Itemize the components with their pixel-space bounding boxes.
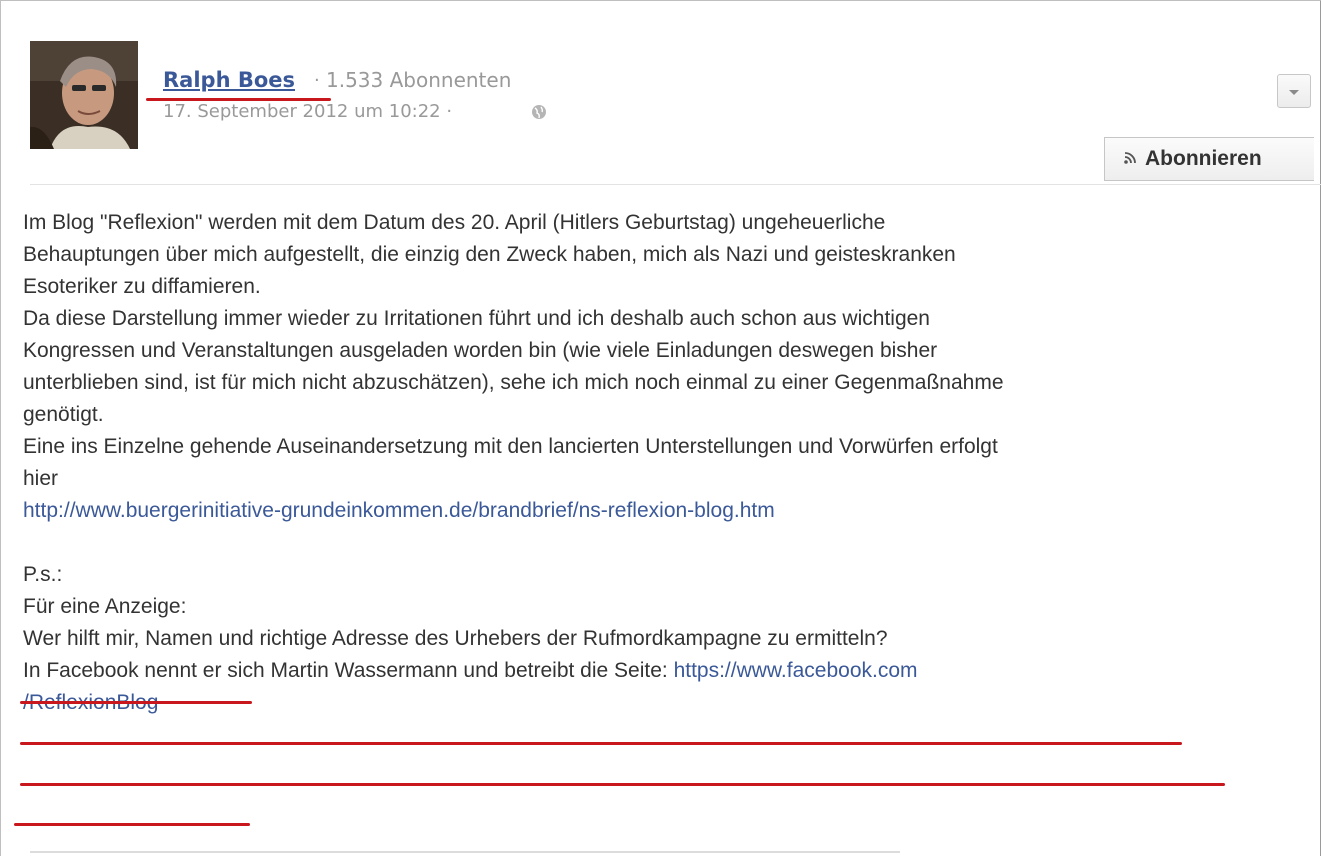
post-text-line: unterblieben sind, ist für mich nicht ab… bbox=[23, 371, 1004, 394]
ps-text-line: Für eine Anzeige: bbox=[23, 595, 187, 618]
avatar[interactable] bbox=[30, 41, 138, 149]
subscribe-label: Abonnieren bbox=[1145, 147, 1262, 170]
author-name-link[interactable]: Ralph Boes bbox=[163, 68, 295, 92]
separator: · bbox=[314, 70, 320, 91]
post-timestamp[interactable]: 17. September 2012 um 10:22 · bbox=[163, 101, 452, 122]
post-text-line: Da diese Darstellung immer wieder zu Irr… bbox=[23, 307, 930, 330]
ps-text-line: Wer hilft mir, Namen und richtige Adress… bbox=[23, 627, 888, 650]
comment-box-edge bbox=[30, 851, 900, 853]
globe-icon bbox=[531, 104, 547, 120]
ps-text-line: In Facebook nennt er sich Martin Wasserm… bbox=[23, 658, 918, 684]
post-options-button[interactable] bbox=[1277, 74, 1311, 108]
subscriber-count: 1.533 Abonnenten bbox=[326, 68, 512, 92]
annotation-underline bbox=[20, 701, 252, 704]
header-divider bbox=[30, 184, 1321, 185]
post-text-line: genötigt. bbox=[23, 403, 104, 426]
annotation-underline bbox=[20, 783, 1225, 786]
post-text-line: Eine ins Einzelne gehende Auseinanderset… bbox=[23, 435, 998, 458]
chevron-down-icon bbox=[1288, 82, 1300, 101]
subscribe-button[interactable]: Abonnieren bbox=[1104, 137, 1314, 181]
facebook-link[interactable]: https://www.facebook.com bbox=[674, 659, 918, 682]
ps-label: P.s.: bbox=[23, 563, 63, 586]
post-text-line: hier bbox=[23, 467, 59, 490]
annotation-underline bbox=[14, 823, 250, 826]
post-text-line: Behauptungen über mich aufgestellt, die … bbox=[23, 243, 956, 266]
post-text-line: Esoteriker zu diffamieren. bbox=[23, 275, 261, 298]
rss-icon bbox=[1123, 150, 1137, 169]
ps-text: In Facebook nennt er sich Martin Wasserm… bbox=[23, 659, 674, 682]
post-frame bbox=[0, 0, 1321, 856]
annotation-underline bbox=[20, 742, 1182, 745]
post-text-line: Im Blog "Reflexion" werden mit dem Datum… bbox=[23, 211, 886, 234]
annotation-underline bbox=[146, 98, 331, 101]
blog-link[interactable]: http://www.buergerinitiative-grundeinkom… bbox=[23, 498, 775, 524]
post-text-line: Kongressen und Veranstaltungen ausgelade… bbox=[23, 339, 938, 362]
